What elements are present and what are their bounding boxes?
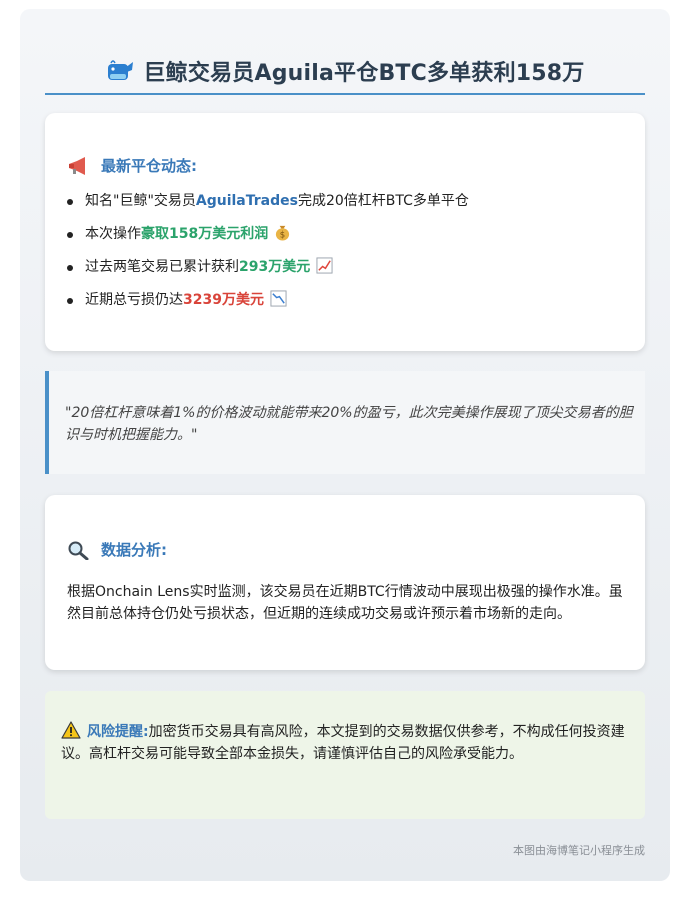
section-heading-analysis-text: 数据分析: [101,541,167,559]
list-item-prefix: 知名"巨鲸"交易员 [85,193,196,209]
latest-updates-card: 最新平仓动态: 知名"巨鲸"交易员AguilaTrades完成20倍杠杆BTC多… [45,113,645,351]
page-title: 巨鲸交易员Aguila平仓BTC多单获利158万 [143,61,585,86]
analysis-card: 数据分析: 根据Onchain Lens实时监测，该交易员在近期BTC行情波动中… [45,495,645,670]
magnifier-icon [68,541,89,560]
list-item-prefix: 近期总亏损仍达 [85,292,183,308]
poster-card: 巨鲸交易员Aguila平仓BTC多单获利158万 最新平仓动态: 知名"巨鲸"交… [20,9,670,881]
updates-list: 知名"巨鲸"交易员AguilaTrades完成20倍杠杆BTC多单平仓 本次操作… [67,191,469,323]
list-item-prefix: 本次操作 [85,226,141,242]
list-item-suffix: 完成20倍杠杆BTC多单平仓 [297,193,469,209]
quote-block: "20倍杠杆意味着1%的价格波动就能带来20%的盈亏，此次完美操作展现了顶尖交易… [45,371,645,474]
risk-notice: 风险提醒:加密货币交易具有高风险，本文提到的交易数据仅供参考，不构成任何投资建议… [45,691,645,819]
svg-text:$: $ [280,231,285,241]
risk-label: 风险提醒: [87,724,149,740]
list-item: 过去两笔交易已累计获利293万美元 [67,257,469,290]
title-row: 巨鲸交易员Aguila平仓BTC多单获利158万 [45,49,645,95]
money-bag-icon: $ [276,225,290,241]
warning-icon [61,721,81,739]
quote-text: "20倍杠杆意味着1%的价格波动就能带来20%的盈亏，此次完美操作展现了顶尖交易… [65,405,633,443]
profit-highlight: 豪取158万美元利润 [141,226,269,242]
total-loss: 3239万美元 [183,292,264,308]
list-item-prefix: 过去两笔交易已累计获利 [85,259,239,275]
whale-icon [108,60,134,80]
list-item: 知名"巨鲸"交易员AguilaTrades完成20倍杠杆BTC多单平仓 [67,191,469,224]
section-heading-latest: 最新平仓动态: [67,155,197,176]
list-item: 近期总亏损仍达3239万美元 [67,290,469,323]
chart-down-icon [270,290,287,307]
megaphone-icon [69,156,85,175]
chart-up-icon [316,257,333,274]
analysis-body: 根据Onchain Lens实时监测，该交易员在近期BTC行情波动中展现出极强的… [67,584,623,622]
risk-paragraph: 风险提醒:加密货币交易具有高风险，本文提到的交易数据仅供参考，不构成任何投资建议… [61,721,627,765]
section-heading-analysis: 数据分析: [67,539,167,560]
list-item: 本次操作豪取158万美元利润 $ [67,224,469,257]
cumulative-profit: 293万美元 [239,259,311,275]
section-heading-latest-text: 最新平仓动态: [101,157,197,175]
trader-name: AguilaTrades [195,193,298,209]
footer-note: 本图由海博笔记小程序生成 [513,844,645,857]
